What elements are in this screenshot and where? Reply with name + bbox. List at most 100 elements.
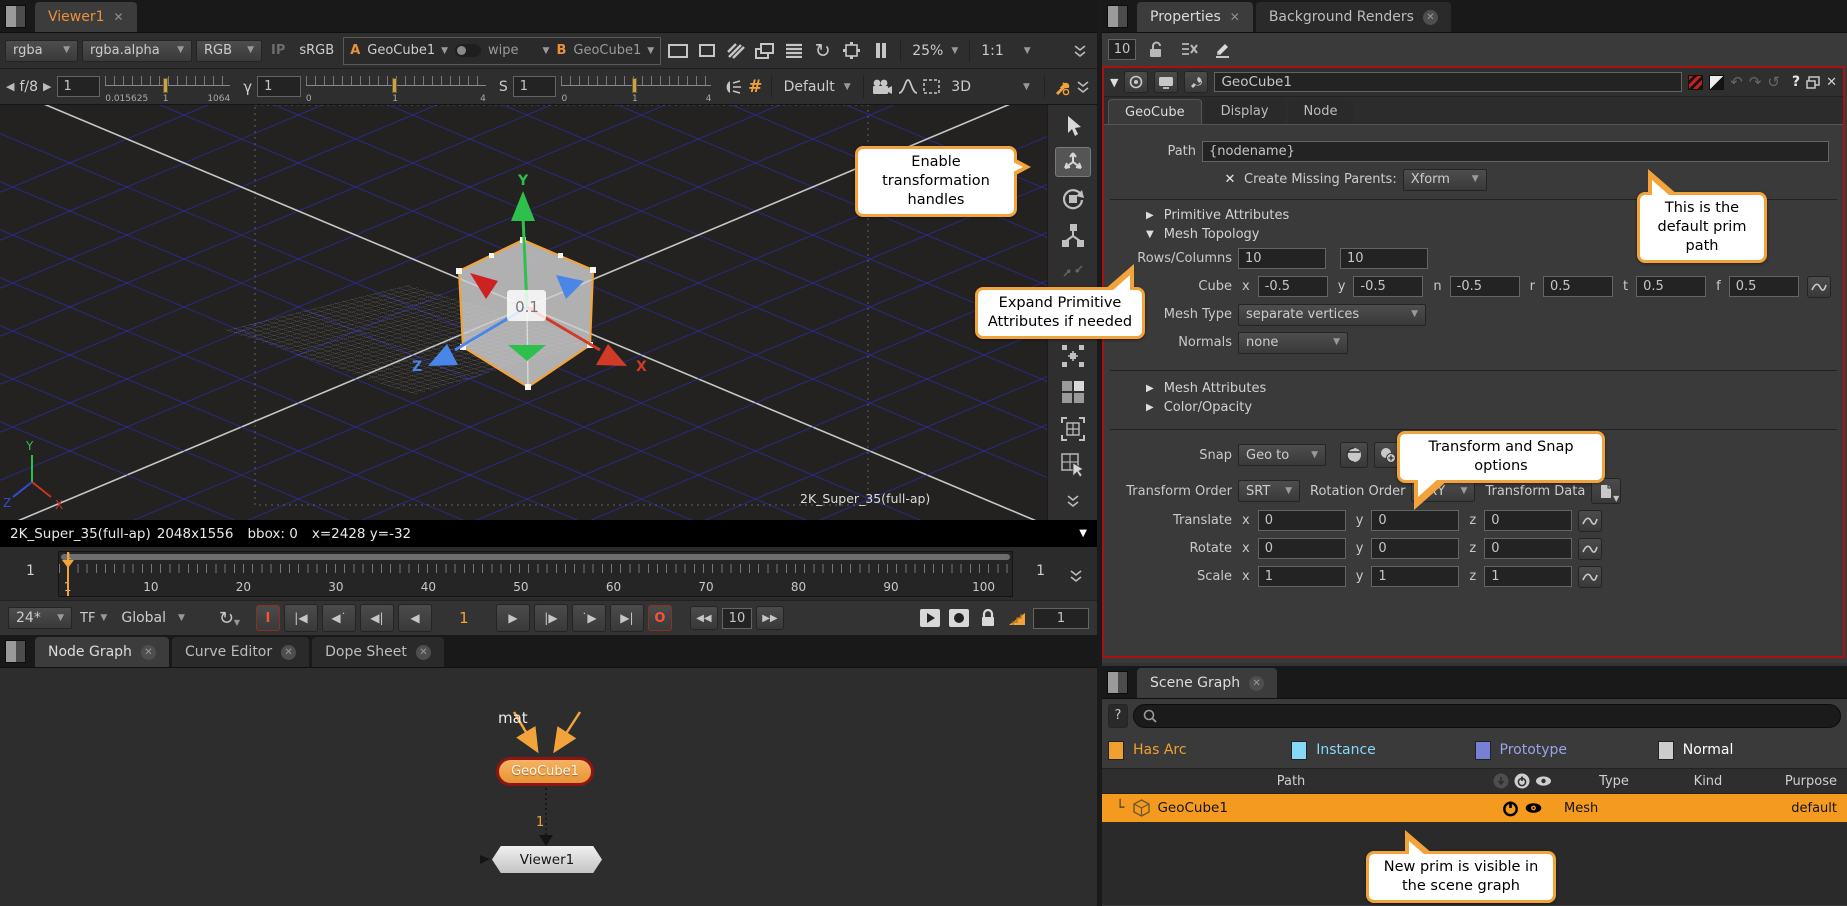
rotate-z-input[interactable]: 0 (1484, 538, 1572, 559)
timeline-collapse-icon[interactable] (1069, 569, 1083, 583)
center-node-icon[interactable] (1124, 71, 1148, 93)
fps-dropdown[interactable]: 24*▼ (8, 607, 72, 629)
frame-increment-input[interactable]: 10 (722, 608, 752, 629)
normals-dropdown[interactable]: none▼ (1238, 332, 1348, 354)
create-missing-parents-checkbox[interactable]: ✕ (1222, 172, 1238, 187)
help-button[interactable]: ? (1792, 74, 1800, 90)
pane-split-icon[interactable] (1107, 671, 1128, 694)
close-icon[interactable]: ✕ (114, 10, 124, 24)
channels-dropdown[interactable]: RGB▼ (196, 40, 262, 62)
grid-snap-icon[interactable]: # (747, 74, 762, 99)
zoom-level-dropdown[interactable]: 25%▼ (908, 43, 962, 59)
close-icon[interactable]: ✕ (1230, 10, 1240, 24)
tab-curve-editor[interactable]: Curve Editor✕ (172, 637, 309, 667)
menu-lines-icon[interactable] (781, 38, 806, 63)
refresh-icon[interactable]: ↻ (810, 38, 835, 63)
gain-input[interactable]: 1 (57, 76, 101, 97)
lasso-select-icon[interactable] (1055, 450, 1091, 479)
roi-icon[interactable] (839, 38, 864, 63)
cube-y-input[interactable]: -0.5 (1353, 276, 1423, 297)
close-panel-icon[interactable]: ✕ (1826, 75, 1837, 90)
mesh-type-dropdown[interactable]: separate vertices▼ (1238, 304, 1426, 326)
expander-collapsed-icon[interactable]: ▶ (1146, 383, 1154, 394)
timeline-scrollbar[interactable] (61, 554, 1010, 560)
tab-node[interactable]: Node (1288, 99, 1354, 124)
wipe-toggle[interactable] (455, 44, 481, 57)
tab-properties[interactable]: Properties✕ (1137, 2, 1253, 32)
tab-dope-sheet[interactable]: Dope Sheet✕ (312, 637, 444, 667)
pane-split-icon[interactable] (5, 5, 26, 28)
node-graph-canvas[interactable]: mat 1 GeoCube1 Viewer1 (0, 669, 1097, 906)
tab-display[interactable]: Display (1205, 99, 1285, 124)
rotate-tool[interactable] (1055, 184, 1091, 213)
translate-x-input[interactable]: 0 (1258, 510, 1346, 531)
playhead[interactable]: 1 (67, 552, 69, 596)
node-viewer1[interactable]: Viewer1 (492, 846, 602, 873)
goto-start-button[interactable]: |◀ (284, 604, 318, 632)
camera-icon[interactable] (871, 74, 893, 99)
play-forward-button[interactable]: ▶ (496, 604, 530, 632)
object-select-icon[interactable] (1055, 414, 1091, 443)
scale-y-input[interactable]: 1 (1371, 566, 1459, 587)
xform-dropdown[interactable]: Xform▼ (1403, 169, 1487, 191)
prev-fstop-icon[interactable]: ◀ (6, 80, 14, 93)
animation-curve-button[interactable] (1578, 566, 1602, 588)
viewer-lut-dropdown[interactable]: sRGB (294, 43, 339, 58)
tab-node-graph[interactable]: Node Graph✕ (35, 637, 169, 667)
pane-split-icon[interactable] (5, 640, 26, 663)
column-purpose[interactable]: Purpose (1752, 774, 1847, 789)
layer-dropdown[interactable]: rgba▼ (5, 40, 78, 62)
current-frame[interactable]: 1 (436, 609, 492, 627)
expander-collapsed-icon[interactable]: ▶ (1146, 402, 1154, 413)
histogram-curve-icon[interactable] (898, 74, 918, 99)
close-icon[interactable]: ✕ (416, 645, 431, 660)
ip-toggle[interactable]: IP (266, 43, 290, 58)
wrench-icon[interactable] (1184, 71, 1208, 93)
rows-input[interactable]: 10 (1238, 248, 1326, 269)
marquee-select-icon[interactable] (923, 74, 940, 99)
timeline-ruler[interactable]: 1102030405060708090100 1 (58, 551, 1013, 597)
expander-expanded-icon[interactable]: ▼ (1146, 229, 1154, 240)
in-point-button[interactable]: I (256, 605, 280, 631)
cube-f-input[interactable]: 0.5 (1729, 276, 1799, 297)
column-path[interactable]: Path (1102, 774, 1480, 789)
step-forward-button[interactable]: |▶ (534, 604, 568, 632)
float-panel-icon[interactable] (1806, 76, 1820, 89)
view-transform-dropdown[interactable]: Default▼ (780, 79, 855, 95)
tab-background-renders[interactable]: Background Renders✕ (1256, 2, 1451, 32)
unlock-icon[interactable] (1144, 37, 1169, 62)
node-geocube1[interactable]: GeoCube1 (496, 757, 594, 786)
gl-color-swatch[interactable] (1709, 75, 1724, 90)
redo-icon[interactable]: ↷ (1749, 73, 1762, 91)
gain-slider[interactable]: 0.015625 1 1064 (105, 72, 230, 102)
revert-icon[interactable]: ↺ (1767, 73, 1780, 91)
close-icon[interactable]: ✕ (141, 645, 156, 660)
tab-scene-graph[interactable]: Scene Graph✕ (1137, 668, 1277, 698)
cube-x-input[interactable]: -0.5 (1258, 276, 1328, 297)
rotate-x-input[interactable]: 0 (1258, 538, 1346, 559)
column-type[interactable]: Type (1564, 774, 1664, 789)
face-select-icon[interactable] (1055, 378, 1091, 407)
layers-icon[interactable] (752, 38, 777, 63)
input-b-dropdown[interactable]: GeoCube1▼ (573, 43, 654, 58)
vertex-select-icon[interactable] (1055, 341, 1091, 370)
close-icon[interactable]: ✕ (281, 645, 296, 660)
pause-icon[interactable] (868, 38, 893, 63)
skip-back-button[interactable]: ◀◀ (690, 606, 718, 630)
format-frame-icon[interactable] (665, 38, 690, 63)
collapse-toolbar-icon[interactable] (1067, 38, 1092, 63)
frame-end-input[interactable]: 1 (1033, 608, 1089, 629)
lock-range-icon[interactable] (975, 606, 1000, 631)
visibility-icon[interactable] (1535, 773, 1552, 789)
pane-split-icon[interactable] (1107, 5, 1128, 28)
columns-input[interactable]: 10 (1340, 248, 1428, 269)
path-input[interactable]: {nodename} (1202, 141, 1829, 162)
column-kind[interactable]: Kind (1664, 774, 1752, 789)
frame-range-dropdown[interactable]: Global▼ (115, 610, 191, 626)
collapse-panel-icon[interactable]: ▼ (1110, 76, 1118, 89)
select-tool[interactable] (1055, 111, 1091, 140)
snap-dropdown[interactable]: Geo to▼ (1238, 444, 1326, 466)
prev-keyframe-button[interactable]: ◀˙ (322, 604, 356, 632)
cube-t-input[interactable]: 0.5 (1636, 276, 1706, 297)
scene-help-button[interactable]: ? (1108, 704, 1128, 728)
